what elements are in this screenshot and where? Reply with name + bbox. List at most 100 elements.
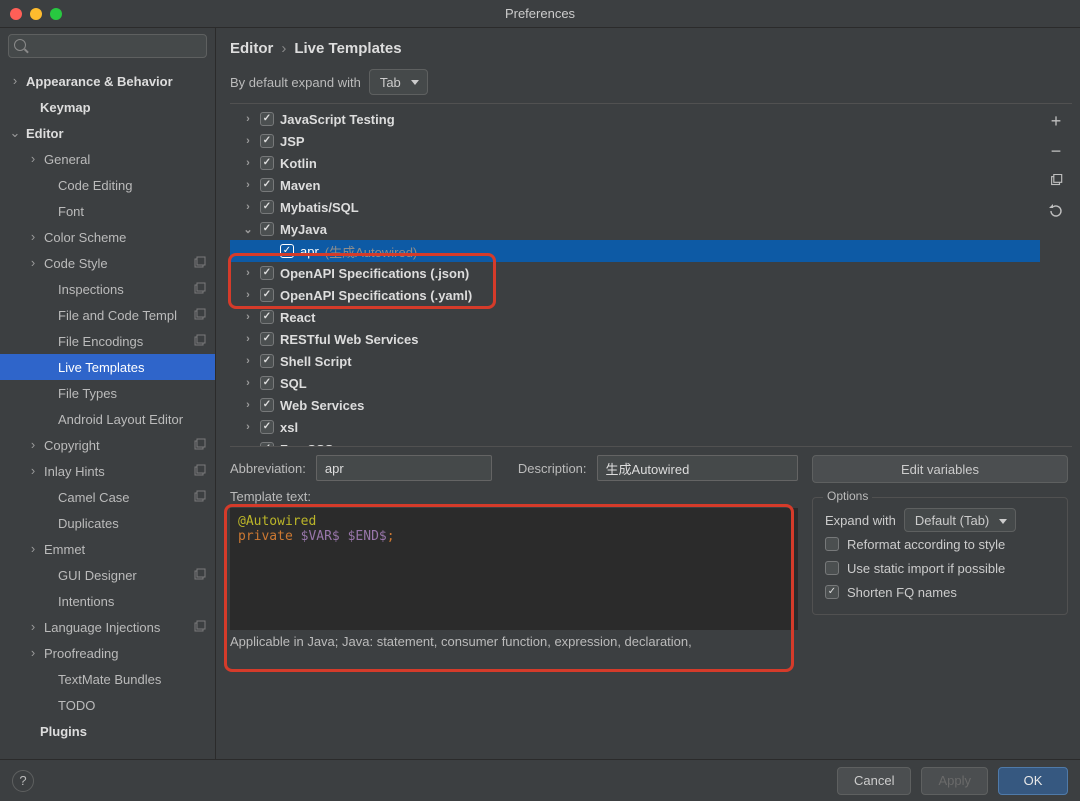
checkbox[interactable]	[260, 288, 274, 302]
template-item[interactable]: apr (生成Autowired)	[230, 240, 1040, 262]
chevron-right-icon: ›	[242, 157, 254, 169]
template-text-editor[interactable]: @Autowired private $VAR$ $END$;	[230, 508, 798, 630]
template-label: Mybatis/SQL	[280, 200, 359, 215]
template-group[interactable]: ⌄MyJava	[230, 218, 1040, 240]
expand-with-select[interactable]: Default (Tab)	[904, 508, 1016, 532]
sidebar-item-label: Inspections	[58, 282, 124, 297]
template-group[interactable]: ›OpenAPI Specifications (.yaml)	[230, 284, 1040, 306]
search-input[interactable]	[8, 34, 207, 58]
chevron-down-icon	[411, 80, 419, 85]
sidebar-item[interactable]: Inspections	[0, 276, 215, 302]
sidebar-item[interactable]: Code Editing	[0, 172, 215, 198]
sidebar-item[interactable]: Live Templates	[0, 354, 215, 380]
help-button[interactable]: ?	[12, 770, 34, 792]
ok-button[interactable]: OK	[998, 767, 1068, 795]
chevron-right-icon: ›	[8, 74, 22, 88]
sidebar-item[interactable]: ›Copyright	[0, 432, 215, 458]
sidebar-item[interactable]: Font	[0, 198, 215, 224]
chevron-right-icon: ›	[242, 333, 254, 345]
settings-tree[interactable]: ›Appearance & BehaviorKeymap⌄Editor›Gene…	[0, 64, 215, 759]
static-import-checkbox[interactable]	[825, 561, 839, 575]
shorten-fq-checkbox[interactable]	[825, 585, 839, 599]
titlebar: Preferences	[0, 0, 1080, 28]
checkbox[interactable]	[260, 442, 274, 446]
chevron-right-icon: ›	[242, 201, 254, 213]
checkbox[interactable]	[260, 134, 274, 148]
template-group[interactable]: ›RESTful Web Services	[230, 328, 1040, 350]
chevron-right-icon: ›	[26, 464, 40, 478]
cancel-button[interactable]: Cancel	[837, 767, 911, 795]
template-group[interactable]: ›Maven	[230, 174, 1040, 196]
template-group[interactable]: ›Web Services	[230, 394, 1040, 416]
sidebar-item[interactable]: ›Color Scheme	[0, 224, 215, 250]
checkbox[interactable]	[280, 244, 294, 258]
template-list[interactable]: ›JavaScript Testing›JSP›Kotlin›Maven › Myb…	[230, 104, 1040, 446]
checkbox[interactable]	[260, 354, 274, 368]
template-toolbar: + −	[1040, 104, 1072, 446]
sidebar-item-label: Color Scheme	[44, 230, 126, 245]
checkbox[interactable]	[260, 376, 274, 390]
arrow-spacer	[22, 100, 36, 114]
sidebar-item[interactable]: TODO	[0, 692, 215, 718]
sidebar-item[interactable]: Camel Case	[0, 484, 215, 510]
checkbox[interactable]	[260, 332, 274, 346]
sidebar-item[interactable]: File Encodings	[0, 328, 215, 354]
scope-icon	[193, 256, 207, 270]
edit-variables-button[interactable]: Edit variables	[812, 455, 1068, 483]
checkbox[interactable]	[260, 200, 274, 214]
sidebar-item[interactable]: ›Code Style	[0, 250, 215, 276]
checkbox[interactable]	[260, 112, 274, 126]
add-button[interactable]: +	[1047, 112, 1065, 130]
template-group[interactable]: ›Zen CSS	[230, 438, 1040, 446]
checkbox[interactable]	[260, 420, 274, 434]
template-group[interactable]: ›SQL	[230, 372, 1040, 394]
checkbox[interactable]	[260, 310, 274, 324]
checkbox[interactable]	[260, 178, 274, 192]
template-group[interactable]: ›OpenAPI Specifications (.json)	[230, 262, 1040, 284]
sidebar-item[interactable]: Intentions	[0, 588, 215, 614]
sidebar-item[interactable]: ›General	[0, 146, 215, 172]
checkbox[interactable]	[260, 222, 274, 236]
sidebar-item[interactable]: GUI Designer	[0, 562, 215, 588]
sidebar-item[interactable]: ›Language Injections	[0, 614, 215, 640]
sidebar-item[interactable]: Keymap	[0, 94, 215, 120]
sidebar: ›Appearance & BehaviorKeymap⌄Editor›Gene…	[0, 28, 216, 759]
checkbox[interactable]	[260, 398, 274, 412]
sidebar-item[interactable]: ⌄Editor	[0, 120, 215, 146]
revert-button[interactable]	[1047, 202, 1065, 220]
checkbox[interactable]	[260, 156, 274, 170]
sidebar-item[interactable]: ›Emmet	[0, 536, 215, 562]
sidebar-item[interactable]: ›Inlay Hints	[0, 458, 215, 484]
breadcrumb: Editor › Live Templates	[216, 28, 1080, 65]
shorten-fq-label: Shorten FQ names	[847, 585, 957, 600]
sidebar-item[interactable]: TextMate Bundles	[0, 666, 215, 692]
template-group[interactable]: ›React	[230, 306, 1040, 328]
abbreviation-input[interactable]	[316, 455, 492, 481]
reformat-checkbox[interactable]	[825, 537, 839, 551]
breadcrumb-editor[interactable]: Editor	[230, 40, 273, 57]
description-input[interactable]	[597, 455, 798, 481]
apply-button[interactable]: Apply	[921, 767, 988, 795]
sidebar-item[interactable]: ›Proofreading	[0, 640, 215, 666]
template-group[interactable]: ›Kotlin	[230, 152, 1040, 174]
template-group[interactable]: › Mybatis/SQL	[230, 196, 1040, 218]
sidebar-item[interactable]: File and Code Templ	[0, 302, 215, 328]
sidebar-item[interactable]: Android Layout Editor	[0, 406, 215, 432]
arrow-spacer	[40, 698, 54, 712]
sidebar-item[interactable]: File Types	[0, 380, 215, 406]
sidebar-item[interactable]: Plugins	[0, 718, 215, 744]
template-group[interactable]: ›JSP	[230, 130, 1040, 152]
chevron-right-icon: ›	[26, 152, 40, 166]
template-group[interactable]: ›xsl	[230, 416, 1040, 438]
template-label: apr	[300, 244, 319, 259]
checkbox[interactable]	[260, 266, 274, 280]
remove-button[interactable]: −	[1047, 142, 1065, 160]
sidebar-item[interactable]: ›Appearance & Behavior	[0, 68, 215, 94]
sidebar-item-label: Font	[58, 204, 84, 219]
duplicate-button[interactable]	[1047, 172, 1065, 190]
sidebar-item[interactable]: Duplicates	[0, 510, 215, 536]
template-group[interactable]: ›Shell Script	[230, 350, 1040, 372]
template-group[interactable]: ›JavaScript Testing	[230, 108, 1040, 130]
expand-with-value: Default (Tab)	[915, 513, 989, 528]
default-expand-select[interactable]: Tab	[369, 69, 428, 95]
